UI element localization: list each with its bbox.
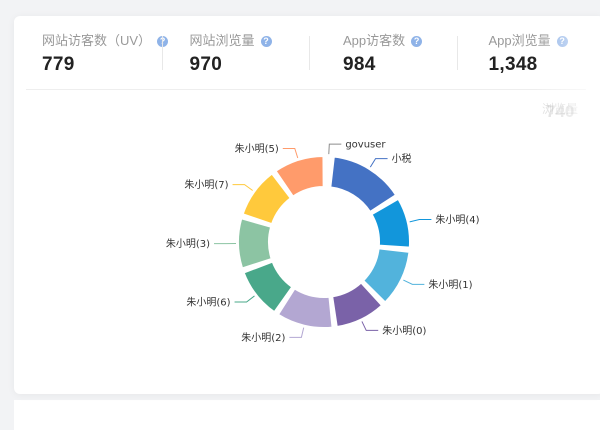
donut-chart: 小税朱小明(4) 朱小明(1) 朱小明(0) 朱小明(2) 朱小明(6) 朱小明(3) 朱小… bbox=[14, 16, 600, 394]
dashboard-card: 网站访客数（UV）? 779 网站浏览量? 970 App访客数? 984 Ap… bbox=[14, 16, 600, 394]
slice-leader-line bbox=[289, 328, 303, 338]
bottom-panel bbox=[14, 400, 600, 430]
slice-leader-line bbox=[235, 296, 255, 302]
slice-leader-line bbox=[410, 220, 432, 222]
slice-label: 朱小明(4) bbox=[435, 214, 479, 226]
slice-label: 朱小明(6) bbox=[186, 297, 230, 309]
slice-label: 小税 bbox=[392, 152, 412, 165]
slice-label: 朱小明(3) bbox=[166, 238, 210, 250]
slice-leader-line bbox=[329, 144, 342, 154]
donut-slice[interactable] bbox=[330, 157, 396, 212]
donut-slice[interactable] bbox=[238, 218, 272, 268]
donut-slice[interactable] bbox=[326, 156, 329, 187]
slice-label: 朱小明(5) bbox=[235, 143, 279, 155]
slice-leader-line bbox=[362, 321, 378, 330]
slice-leader-line bbox=[370, 159, 387, 168]
slice-label: 朱小明(1) bbox=[428, 279, 472, 291]
slice-label: govuser bbox=[345, 140, 386, 151]
slice-label: 朱小明(7) bbox=[184, 179, 228, 191]
slice-label: 朱小明(0) bbox=[382, 325, 426, 337]
slice-leader-line bbox=[403, 280, 424, 284]
slice-label: 朱小明(2) bbox=[241, 332, 285, 344]
slice-leader-line bbox=[283, 148, 298, 158]
slice-leader-line bbox=[233, 185, 253, 191]
